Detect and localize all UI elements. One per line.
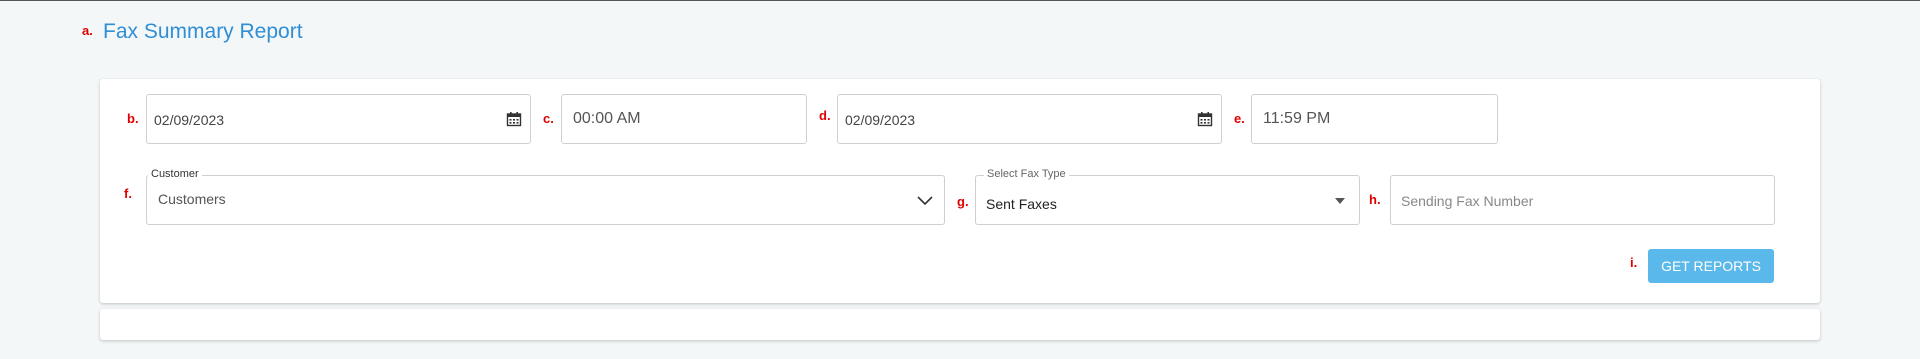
- page-title: Fax Summary Report: [103, 20, 303, 43]
- marker-h: h.: [1369, 192, 1381, 207]
- marker-a: a.: [82, 23, 93, 38]
- sending-fax-number-input[interactable]: Sending Fax Number: [1390, 175, 1775, 225]
- calendar-icon[interactable]: [506, 111, 522, 127]
- start-time-field[interactable]: 00:00 AM: [561, 94, 807, 144]
- caret-down-icon[interactable]: [1335, 198, 1345, 204]
- filter-card: b. 02/09/2023 c. 00:00 AM d. 02/09/2023: [100, 79, 1820, 303]
- marker-c: c.: [543, 111, 554, 126]
- customer-select[interactable]: Customer Customers: [146, 168, 945, 225]
- fax-type-value: Sent Faxes: [986, 196, 1057, 212]
- get-reports-button[interactable]: GET REPORTS: [1648, 249, 1774, 283]
- sending-fax-number-placeholder: Sending Fax Number: [1401, 193, 1534, 209]
- marker-g: g.: [957, 194, 969, 209]
- marker-f: f.: [124, 186, 132, 201]
- customer-value: Customers: [158, 191, 226, 207]
- calendar-icon[interactable]: [1197, 111, 1213, 127]
- end-date-field[interactable]: 02/09/2023: [837, 94, 1222, 144]
- start-date-field[interactable]: 02/09/2023: [146, 94, 531, 144]
- end-time-field[interactable]: 11:59 PM: [1251, 94, 1498, 144]
- marker-b: b.: [127, 111, 139, 126]
- customer-label: Customer: [148, 168, 202, 180]
- marker-e: e.: [1234, 111, 1245, 126]
- marker-i: i.: [1630, 255, 1638, 270]
- marker-d: d.: [819, 108, 831, 123]
- chevron-down-icon[interactable]: [916, 191, 934, 209]
- fax-type-label: Select Fax Type: [984, 168, 1069, 180]
- start-date-value: 02/09/2023: [154, 112, 225, 128]
- results-card: [100, 309, 1820, 340]
- start-time-value: 00:00 AM: [573, 110, 641, 127]
- fax-type-select[interactable]: Select Fax Type Sent Faxes: [975, 168, 1360, 225]
- end-date-value: 02/09/2023: [845, 112, 916, 128]
- end-time-value: 11:59 PM: [1263, 110, 1331, 127]
